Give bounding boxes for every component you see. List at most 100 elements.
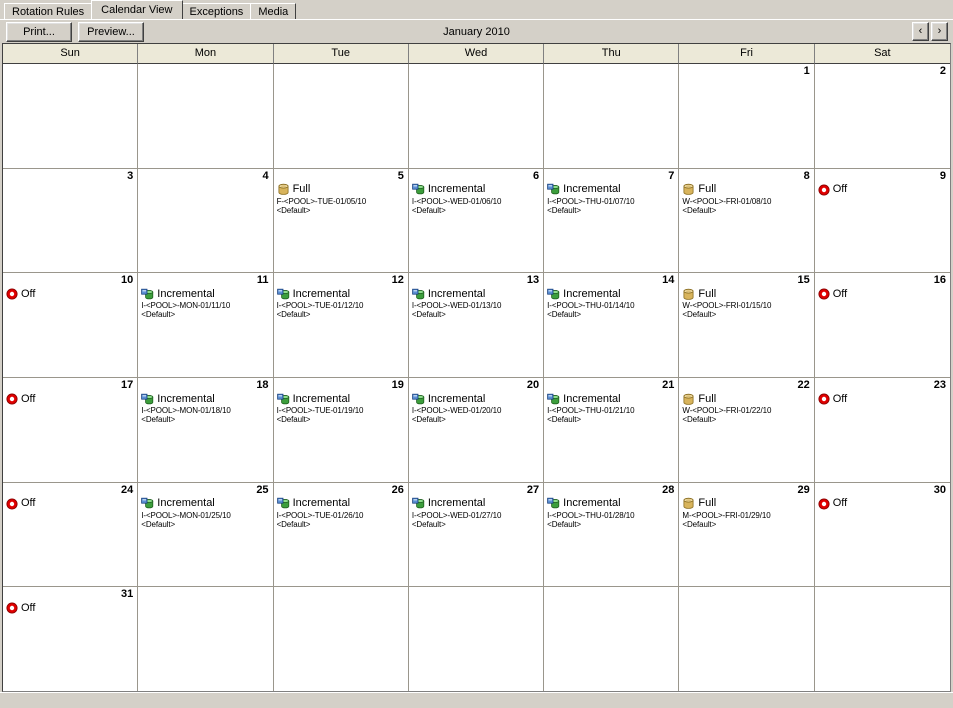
event-off[interactable]: Off [818,392,948,406]
day-cell-empty[interactable] [408,587,545,691]
print-button[interactable]: Print... [6,21,72,42]
day-cell-12[interactable]: 12 Incremental I-<POOL>-TUE-01/12/10 <Defau… [273,273,409,378]
event-header: Full [682,287,811,301]
day-cell-16[interactable]: 16 Off [814,273,950,378]
day-number: 25 [256,483,269,496]
day-cell-21[interactable]: 21 Incremental I-<POOL>-THU-01/21/10 <Defau… [544,378,680,482]
day-cell-24[interactable]: 24 Off [3,482,139,587]
event-incremental[interactable]: Incremental I-<POOL>-MON-01/25/10 <Default… [141,497,270,529]
day-cell-empty[interactable] [273,587,409,691]
previous-month-button[interactable]: ‹ [912,22,929,41]
event-incremental[interactable]: Incremental I-<POOL>-MON-01/11/10 <Default… [141,287,270,320]
event-media-pool: <Default> [682,205,717,215]
day-cell-empty[interactable] [544,64,680,168]
event-full[interactable]: Full W-<POOL>-FRI-01/22/10 <Default> [682,392,811,425]
event-full[interactable]: Full F-<POOL>-TUE-01/05/10 <Default> [277,183,406,215]
day-header-mon: Mon [138,44,274,64]
day-cell-empty[interactable] [138,587,274,691]
day-number: 16 [933,274,946,287]
event-off[interactable]: Off [6,392,135,406]
day-cell-11[interactable]: 11 Incremental I-<POOL>-MON-01/11/10 <Defau… [138,273,274,378]
day-cell-empty[interactable] [273,64,409,168]
day-cell-29[interactable]: 29 Full M-<POOL>-FRI-01/29/10 <Default> [679,482,815,587]
day-cell-1[interactable]: 1 [679,64,815,168]
event-title: Incremental [157,392,215,405]
day-cell-19[interactable]: 19 Incremental I-<POOL>-TUE-01/19/10 <Defau… [273,378,409,482]
event-incremental[interactable]: Incremental I-<POOL>-TUE-01/26/10 <Default… [277,497,406,529]
event-off[interactable]: Off [6,601,135,615]
day-cell-7[interactable]: 7 Incremental I-<POOL>-THU-01/07/10 <Defaul… [544,168,680,273]
event-full[interactable]: Full W-<POOL>-FRI-01/08/10 <Default> [682,183,811,215]
day-cell-25[interactable]: 25 Incremental I-<POOL>-MON-01/25/10 <Defau… [138,482,274,587]
day-cell-27[interactable]: 27 Incremental I-<POOL>-WED-01/27/10 <Defau… [408,482,545,587]
day-cell-empty[interactable] [138,64,274,168]
event-list: Full W-<POOL>-FRI-01/08/10 <Default> [682,183,811,215]
day-cell-empty[interactable] [544,587,680,691]
event-incremental[interactable]: Incremental I-<POOL>-WED-01/20/10 <Default… [412,392,541,425]
event-off[interactable]: Off [6,287,135,301]
day-cell-22[interactable]: 22 Full W-<POOL>-FRI-01/22/10 <Default> [679,378,815,482]
day-cell-15[interactable]: 15 Full W-<POOL>-FRI-01/15/10 <Default> [679,273,815,378]
event-job-name: I-<POOL>-TUE-01/12/10 [276,301,364,311]
day-number: 30 [933,483,946,496]
event-list: Off [818,183,948,197]
event-full[interactable]: Full W-<POOL>-FRI-01/15/10 <Default> [682,287,811,320]
day-cell-2[interactable]: 2 [814,64,950,168]
event-incremental[interactable]: Incremental I-<POOL>-THU-01/21/10 <Default… [547,392,676,425]
event-incremental[interactable]: Incremental I-<POOL>-THU-01/14/10 <Default… [547,287,676,320]
event-incremental[interactable]: Incremental I-<POOL>-THU-01/28/10 <Default… [547,497,676,529]
preview-button[interactable]: Preview... [78,21,144,42]
day-cell-6[interactable]: 6 Incremental I-<POOL>-WED-01/06/10 <Defaul… [408,168,545,273]
tab-calendar-view[interactable]: Calendar View [91,0,183,19]
event-incremental[interactable]: Incremental I-<POOL>-TUE-01/19/10 <Default… [276,392,406,425]
event-incremental[interactable]: Incremental I-<POOL>-WED-01/13/10 <Default… [411,287,541,320]
tab-rotation-rules[interactable]: Rotation Rules [4,3,93,20]
event-off[interactable]: Off [818,287,948,301]
event-full[interactable]: Full M-<POOL>-FRI-01/29/10 <Default> [682,497,811,529]
event-header: Off [818,392,948,406]
event-incremental[interactable]: Incremental I-<POOL>-MON-01/18/10 <Default… [141,392,270,425]
day-cell-18[interactable]: 18 Incremental I-<POOL>-MON-01/18/10 <Defau… [138,378,274,482]
day-cell-28[interactable]: 28 Incremental I-<POOL>-THU-01/28/10 <Defau… [544,482,680,587]
day-cell-empty[interactable] [679,587,815,691]
resize-grip[interactable] [937,694,951,708]
day-cell-13[interactable]: 13 Incremental I-<POOL>-WED-01/13/10 <Defau… [408,273,545,378]
event-job-name: I-<POOL>-TUE-01/26/10 [276,510,364,520]
event-job-name: I-<POOL>-MON-01/11/10 [141,301,231,311]
day-cell-8[interactable]: 8 Full W-<POOL>-FRI-01/08/10 <Default> [679,168,815,273]
day-cell-4[interactable]: 4 [138,168,274,273]
event-incremental[interactable]: Incremental I-<POOL>-THU-01/07/10 <Default… [547,183,676,215]
event-header: Off [818,497,948,511]
event-header: Incremental [412,497,541,511]
day-cell-14[interactable]: 14 Incremental I-<POOL>-THU-01/14/10 <Defau… [544,273,680,378]
event-incremental[interactable]: Incremental I-<POOL>-TUE-01/12/10 <Default… [276,287,406,320]
calendar-weeks: 1 2 3 4 5 Full F-<POOL>-TUE-01/05/10 <Default> 6… [3,64,950,691]
event-incremental[interactable]: Incremental I-<POOL>-WED-01/27/10 <Default… [412,497,541,529]
day-cell-9[interactable]: 9 Off [814,168,950,273]
day-cell-30[interactable]: 30 Off [814,482,950,587]
event-off[interactable]: Off [6,497,135,511]
day-cell-31[interactable]: 31 Off [3,587,139,691]
tab-media[interactable]: Media [250,3,297,20]
day-cell-26[interactable]: 26 Incremental I-<POOL>-TUE-01/26/10 <Defau… [273,482,409,587]
day-cell-empty[interactable] [814,587,950,691]
tab-exceptions[interactable]: Exceptions [181,3,252,20]
next-month-button[interactable]: › [931,22,948,41]
event-incremental[interactable]: Incremental I-<POOL>-WED-01/06/10 <Default… [412,183,541,215]
day-cell-17[interactable]: 17 Off [3,378,139,482]
day-cell-20[interactable]: 20 Incremental I-<POOL>-WED-01/20/10 <Defau… [408,378,545,482]
event-job-name: I-<POOL>-THU-01/14/10 [547,301,635,311]
day-cell-5[interactable]: 5 Full F-<POOL>-TUE-01/05/10 <Default> [273,168,409,273]
event-off[interactable]: Off [818,183,948,197]
day-cell-empty[interactable] [408,64,545,168]
event-job-name: I-<POOL>-WED-01/13/10 [411,301,502,311]
day-cell-3[interactable]: 3 [3,168,139,273]
event-off[interactable]: Off [818,497,948,511]
event-list: Off [6,497,135,511]
day-cell-10[interactable]: 10 Off [3,273,139,378]
day-cell-empty[interactable] [3,64,139,168]
day-number: 20 [526,379,540,392]
day-cell-23[interactable]: 23 Off [814,378,950,482]
event-media-pool: <Default> [276,519,311,529]
event-job-name: I-<POOL>-TUE-01/19/10 [276,406,364,416]
